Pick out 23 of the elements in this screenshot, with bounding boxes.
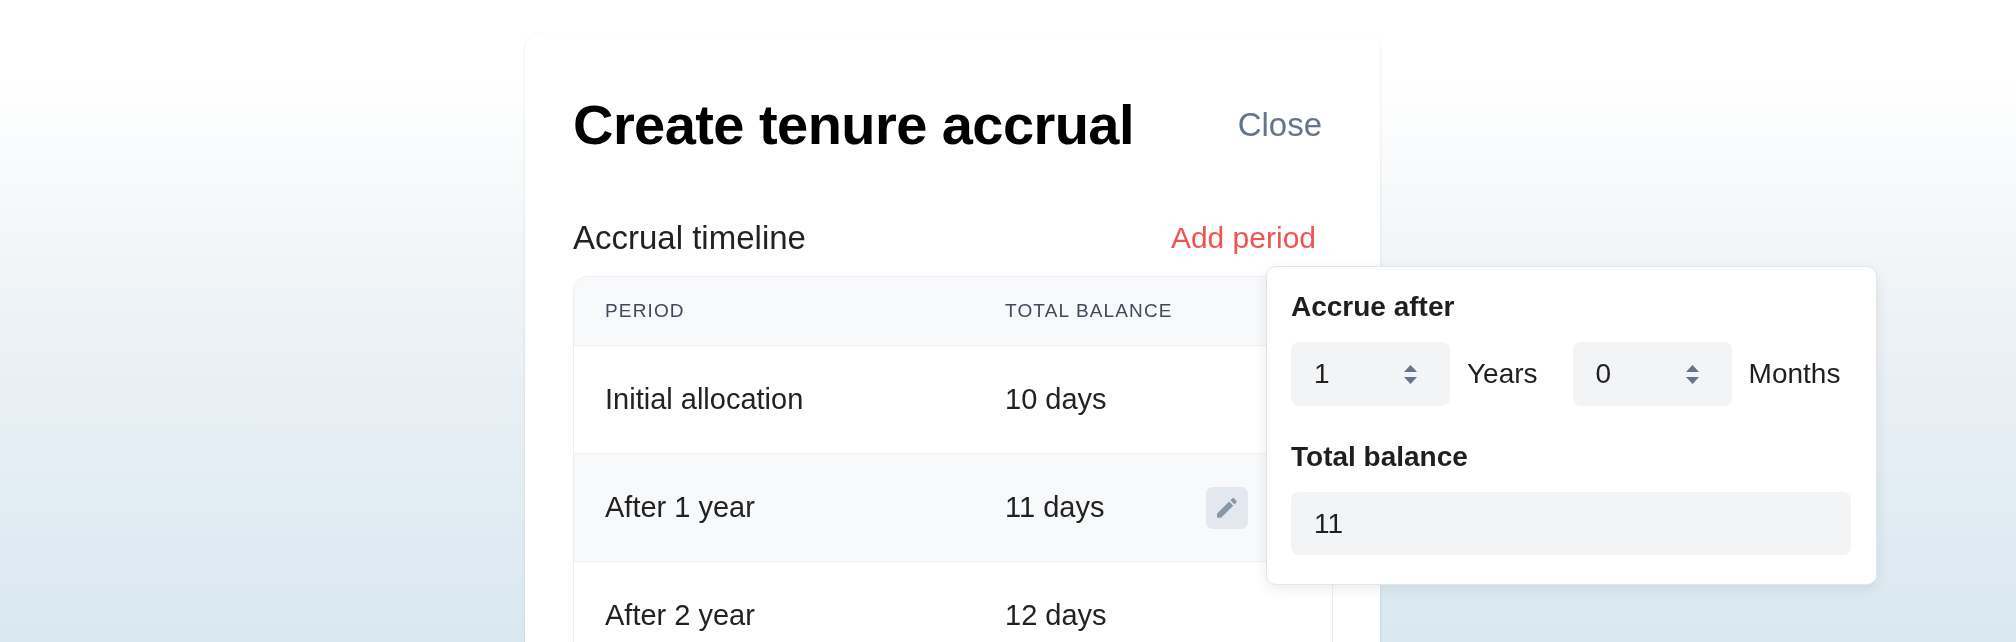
table-cell-text: 10 days: [1005, 381, 1108, 417]
table-cell-text: After 1 year: [605, 489, 756, 525]
section-heading: Accrual timeline: [573, 218, 806, 258]
column-header: PERIOD: [605, 298, 686, 323]
number-input[interactable]: 1: [1291, 342, 1450, 406]
field-label: Total balance: [1291, 440, 1469, 474]
number-input[interactable]: 0: [1572, 342, 1732, 406]
edit-button[interactable]: [1206, 486, 1248, 529]
table-cell-text: Initial allocation: [605, 381, 805, 417]
column-header: TOTAL BALANCE: [1005, 298, 1174, 323]
pencil-icon: [1217, 497, 1237, 518]
close-button[interactable]: Close: [1226, 105, 1333, 145]
balance-input[interactable]: 11: [1291, 492, 1851, 555]
field-label: Accrue after: [1291, 290, 1456, 324]
table-cell-text: After 2 year: [605, 597, 756, 633]
table-cell-text: 12 days: [1005, 597, 1108, 633]
unit-label: Months: [1748, 357, 1841, 391]
dialog-title: Create tenure accrual: [573, 95, 1134, 155]
stepper-icon[interactable]: [1404, 364, 1417, 384]
stepper-icon[interactable]: [1685, 364, 1699, 384]
table-row[interactable]: After 1 year 11 days: [574, 453, 1267, 561]
unit-label: Years: [1467, 357, 1538, 391]
table-cell-text: 11 days: [1005, 489, 1106, 525]
